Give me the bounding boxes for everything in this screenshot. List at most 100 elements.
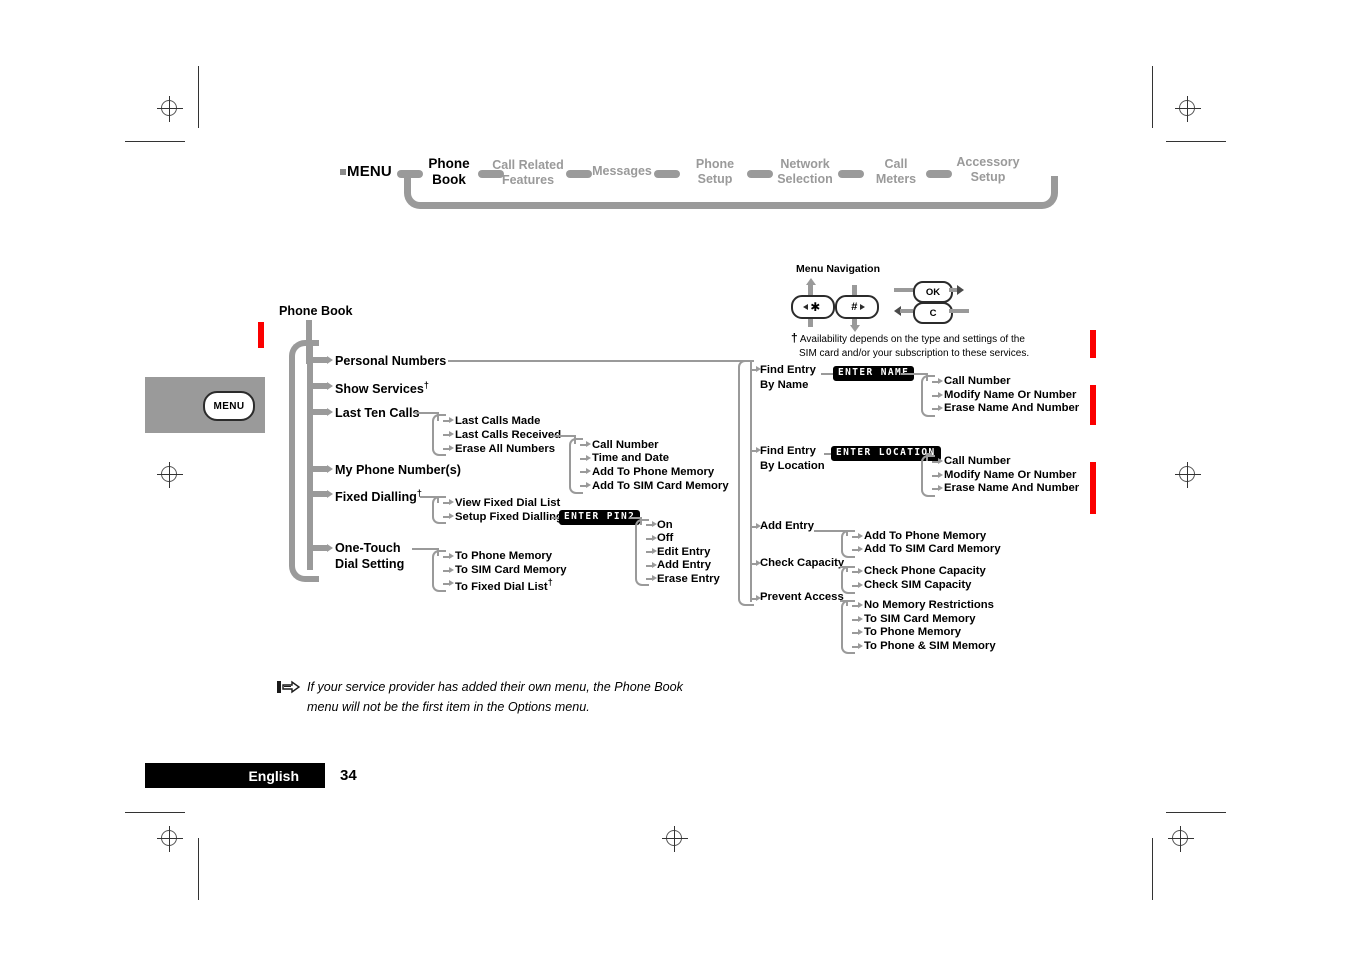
tree-item-check-sim-capacity[interactable]: Check SIM Capacity [864, 579, 971, 593]
nav-up-arrow-icon [805, 278, 816, 285]
tree-item-add-to-sim-card-memory[interactable]: Add To SIM Card Memory [864, 543, 1001, 557]
tree-item-setup-fixed-dialling[interactable]: Setup Fixed Dialling [455, 511, 563, 525]
tree-item-to-sim-card-memory-ot[interactable]: To SIM Card Memory [455, 564, 567, 578]
tree-item-to-phone-memory-ot[interactable]: To Phone Memory [455, 550, 552, 564]
tree-item-erase-entry[interactable]: Erase Entry [657, 573, 720, 587]
tree-item-modify-name-or-number-location[interactable]: Modify Name Or Number [944, 469, 1076, 483]
tree-item-add-to-sim-card-memory-ltc[interactable]: Add To SIM Card Memory [592, 480, 729, 494]
star-key[interactable]: ✱ [791, 295, 835, 319]
tree-item-erase-name-and-number-location[interactable]: Erase Name And Number [944, 482, 1079, 496]
one-touch-connector [412, 548, 438, 550]
tree-item-show-services[interactable]: Show Services† [335, 380, 429, 398]
ae-arrow-1-icon [858, 546, 863, 552]
tree-item-erase-all-numbers[interactable]: Erase All Numbers [455, 443, 555, 457]
topnav-item-network-selection[interactable]: Network Selection [768, 157, 842, 187]
tree-item-personal-numbers[interactable]: Personal Numbers [335, 354, 446, 369]
tree-item-call-number-location[interactable]: Call Number [944, 455, 1011, 469]
fixed-dialling-bracket [432, 496, 446, 524]
topnav-item-call-meters[interactable]: Call Meters [868, 157, 924, 187]
crop-line-top-right-h [1166, 141, 1226, 142]
topnav-item-phone-book[interactable]: Phone Book [418, 156, 480, 188]
pointing-hand-icon [277, 679, 307, 698]
ok-left-shaft [894, 288, 914, 292]
ot-arrow-1-icon [449, 567, 454, 573]
tree-item-one-touch-dial-setting[interactable]: One-Touch Dial Setting [335, 540, 404, 573]
tree-item-to-phone-and-sim-memory-pa[interactable]: To Phone & SIM Memory [864, 640, 996, 654]
fl-arrow-2-icon [938, 485, 943, 491]
tree-item-add-entry[interactable]: Add Entry [760, 520, 814, 534]
change-bar-right-2 [1090, 385, 1096, 425]
clear-left-shaft [900, 309, 913, 313]
topnav-dash-6 [926, 170, 952, 178]
clear-key[interactable]: C [913, 302, 953, 324]
cc-arrow-1-icon [858, 582, 863, 588]
level1-conn-5 [311, 545, 327, 551]
tree-item-check-capacity[interactable]: Check Capacity [760, 557, 844, 571]
tree-item-find-entry-by-location[interactable]: Find Entry By Location [760, 444, 825, 473]
crop-line-top-left-v [198, 66, 199, 128]
fl-arrow-0-icon [938, 458, 943, 464]
tree-item-fixed-dialling[interactable]: Fixed Dialling† [335, 488, 422, 506]
change-bar-right-3 [1090, 462, 1096, 514]
tree-item-view-fixed-dial-list[interactable]: View Fixed Dial List [455, 497, 560, 511]
tree-item-no-memory-restrictions[interactable]: No Memory Restrictions [864, 599, 994, 613]
menu-square-bullet-icon [340, 168, 346, 175]
tree-item-to-phone-memory-pa[interactable]: To Phone Memory [864, 626, 961, 640]
topnav-item-messages[interactable]: Messages [586, 164, 658, 179]
tree-item-edit-entry[interactable]: Edit Entry [657, 546, 710, 560]
level1-spine-inner [307, 340, 313, 570]
tree-item-last-calls-made[interactable]: Last Calls Made [455, 415, 540, 429]
tree-item-time-and-date[interactable]: Time and Date [592, 452, 669, 466]
menu-tab-button[interactable]: MENU [203, 391, 255, 421]
tree-item-last-ten-calls[interactable]: Last Ten Calls [335, 406, 419, 421]
crop-line-bottom-left-h [125, 812, 185, 813]
level1-arrow-4-icon [327, 490, 333, 498]
dagger-marker: † [423, 380, 429, 390]
level1-conn-1 [311, 383, 327, 389]
change-bar-right-1 [1090, 330, 1096, 358]
tree-item-modify-name-or-number-name[interactable]: Modify Name Or Number [944, 389, 1076, 403]
tree-item-call-number-name[interactable]: Call Number [944, 375, 1011, 389]
ae-arrow-0-icon [858, 533, 863, 539]
tree-item-add-entry-pin2[interactable]: Add Entry [657, 559, 711, 573]
tree-item-check-phone-capacity[interactable]: Check Phone Capacity [864, 565, 986, 579]
note-text: If your service provider has added their… [307, 680, 683, 714]
ltc-arrow-2-icon [449, 445, 454, 451]
tree-item-find-entry-by-name[interactable]: Find Entry By Name [760, 363, 816, 392]
ot-arrow-0-icon [449, 553, 454, 559]
hash-key[interactable]: # [835, 295, 879, 319]
right-triangle-icon [859, 304, 865, 310]
ltc-arrow-0-icon [449, 417, 454, 423]
tree-item-on[interactable]: On [657, 519, 673, 533]
lcr-connector [553, 435, 575, 437]
pa-arrow-0-icon [858, 602, 863, 608]
tree-item-off[interactable]: Off [657, 532, 673, 546]
ok-key[interactable]: OK [913, 281, 953, 303]
fl-arrow-1-icon [938, 472, 943, 478]
enter-pin2-connector [551, 517, 559, 519]
tree-item-my-phone-numbers[interactable]: My Phone Number(s) [335, 463, 461, 478]
topnav-item-phone-setup[interactable]: Phone Setup [687, 157, 743, 187]
enter-name-out [901, 373, 927, 375]
fn-arrow-0-icon [938, 378, 943, 384]
tree-item-to-sim-card-memory-pa[interactable]: To SIM Card Memory [864, 613, 976, 627]
lcr-arrow-3-icon [586, 482, 591, 488]
topnav-item-accessory-setup[interactable]: Accessory Setup [950, 155, 1026, 185]
dagger-marker: † [547, 577, 553, 587]
clear-right-shaft [949, 309, 969, 313]
pa-arrow-2-icon [858, 629, 863, 635]
tree-item-erase-name-and-number-name[interactable]: Erase Name And Number [944, 402, 1079, 416]
lcr-arrow-0-icon [586, 441, 591, 447]
level1-conn-2 [311, 409, 327, 415]
tree-item-add-to-phone-memory-ltc[interactable]: Add To Phone Memory [592, 466, 714, 480]
level1-arrow-2-icon [327, 408, 333, 416]
footer-language-bar: English [145, 763, 325, 788]
tree-item-call-number-ltc[interactable]: Call Number [592, 439, 659, 453]
tree-item-add-to-phone-memory[interactable]: Add To Phone Memory [864, 530, 986, 544]
tree-item-prevent-access[interactable]: Prevent Access [760, 591, 844, 605]
tree-item-last-calls-received[interactable]: Last Calls Received [455, 429, 561, 443]
tree-item-to-fixed-dial-list-ot[interactable]: To Fixed Dial List† [455, 577, 553, 595]
topnav-item-call-related-features[interactable]: Call Related Features [488, 158, 568, 188]
fn-arrow-2-icon [938, 405, 943, 411]
ok-right-arrow-icon [957, 285, 964, 295]
